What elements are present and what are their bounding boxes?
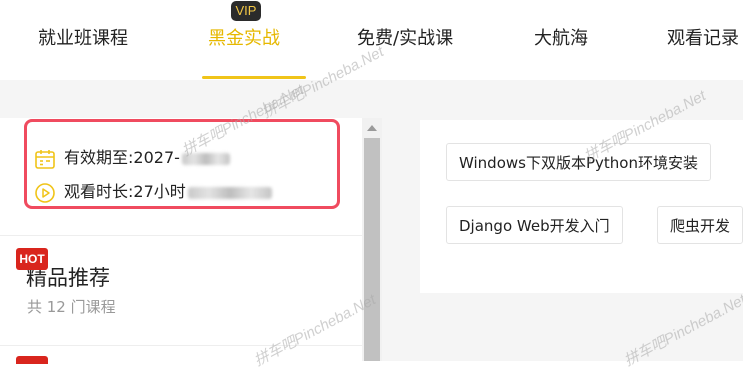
tab-employment-courses[interactable]: 就业班课程 (38, 26, 128, 52)
course-sidebar: 有效期至:2027- 观看时长:27小时 精品推荐 HOT 共 12 门课程 (0, 118, 362, 364)
divider (0, 235, 362, 236)
membership-info-box: 有效期至:2027- 观看时长:27小时 (24, 119, 340, 209)
top-nav: 就业班课程 VIP 黑金实战 免费/实战课 大航海 观看记录 (0, 0, 743, 80)
tab-free-practice[interactable]: 免费/实战课 (357, 26, 453, 52)
vip-badge: VIP (231, 1, 261, 21)
recommend-course-count: 共 12 门课程 (27, 298, 116, 316)
validity-label: 有效期至: (64, 148, 134, 167)
hot-badge-partial (16, 356, 48, 364)
calendar-icon (34, 148, 56, 170)
scroll-up-arrow-icon[interactable] (367, 125, 377, 131)
sidebar-scrollbar[interactable] (362, 118, 382, 361)
watch-time-label: 观看时长: (64, 182, 134, 201)
tab-watch-history[interactable]: 观看记录 (667, 26, 739, 52)
course-chip[interactable]: 爬虫开发 (657, 206, 743, 244)
header-spacer (0, 80, 743, 118)
scrollbar-thumb[interactable] (364, 138, 380, 361)
validity-value: 2027- (133, 148, 180, 167)
tab-great-voyage[interactable]: 大航海 (534, 26, 588, 52)
hot-badge: HOT (16, 248, 48, 270)
watch-time-value: 27小时 (133, 182, 186, 201)
redacted-date (181, 152, 230, 165)
divider (0, 345, 362, 346)
play-circle-icon (34, 182, 56, 204)
course-tags-panel: Windows下双版本Python环境安装 Django Web开发入门 爬虫开… (420, 120, 743, 293)
tab-black-gold-practice[interactable]: 黑金实战 (208, 26, 280, 52)
active-tab-indicator (202, 76, 306, 79)
course-chip[interactable]: Django Web开发入门 (446, 206, 623, 244)
course-chip[interactable]: Windows下双版本Python环境安装 (446, 143, 711, 181)
redacted-duration (187, 186, 272, 199)
